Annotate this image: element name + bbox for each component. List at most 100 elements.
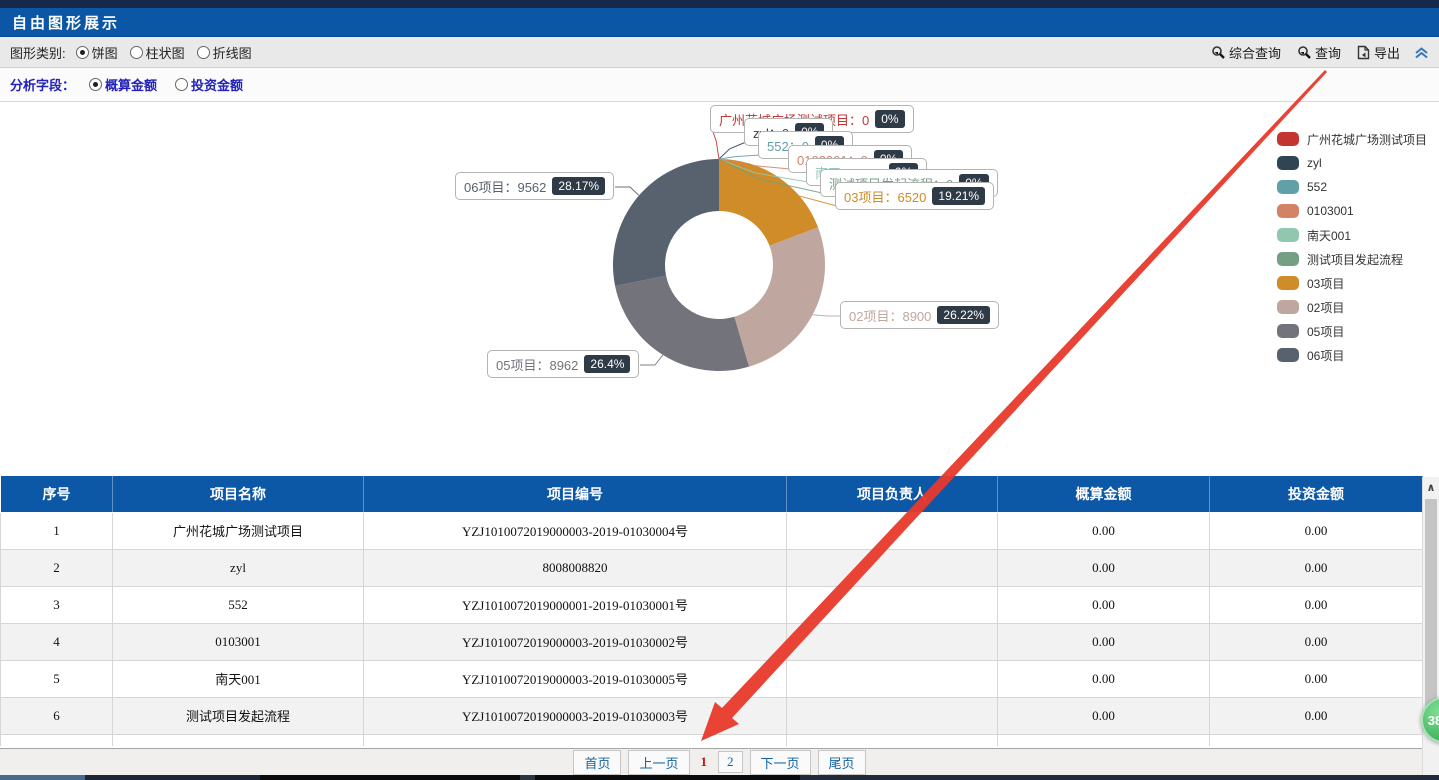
project-table: 序号项目名称项目编号项目负责人概算金额投资金额 1广州花城广场测试项目YZJ10… bbox=[0, 476, 1423, 746]
collapse-panel-button[interactable] bbox=[1414, 45, 1429, 60]
analysis-field-option-label: 概算金额 bbox=[105, 75, 157, 94]
pager-prev-button[interactable]: 上一页 bbox=[628, 750, 689, 775]
table-row-5[interactable]: 5南天001YZJ1010072019000003-2019-01030005号… bbox=[1, 660, 1423, 697]
pager-page-2[interactable]: 2 bbox=[718, 751, 743, 773]
table-cell: YZJ1010072019000003-2019-01030004号 bbox=[364, 512, 787, 549]
pie-label-line bbox=[615, 187, 639, 195]
legend-swatch bbox=[1277, 204, 1299, 218]
scrollbar-up-arrow[interactable]: ∧ bbox=[1423, 477, 1439, 497]
legend-label: 552 bbox=[1307, 180, 1327, 194]
pager-page-1[interactable]: 1 bbox=[697, 752, 712, 772]
pie-slice-02项目[interactable] bbox=[734, 227, 825, 366]
table-row-1[interactable]: 1广州花城广场测试项目YZJ1010072019000003-2019-0103… bbox=[1, 512, 1423, 549]
toolbar: 图形类别: 饼图柱状图折线图 综合查询查询 导出 bbox=[0, 37, 1439, 68]
pie-slice-06项目[interactable] bbox=[613, 159, 719, 286]
analysis-field-option-1[interactable]: 投资金额 bbox=[175, 75, 243, 94]
double-chevron-up-icon bbox=[1414, 45, 1429, 60]
legend-label: zyl bbox=[1307, 156, 1322, 170]
radio-icon bbox=[175, 78, 188, 91]
notification-badge-count: 38 bbox=[1428, 713, 1439, 728]
toolbar-action-2[interactable]: 导出 bbox=[1357, 43, 1400, 62]
table-cell bbox=[787, 697, 998, 734]
table-cell bbox=[787, 512, 998, 549]
table-cell: YZJ1010072019000003-2019-01030005号 bbox=[364, 660, 787, 697]
table-cell: 广州花城广场测试项目 bbox=[113, 512, 364, 549]
table-header-3: 项目负责人 bbox=[787, 476, 998, 512]
chart-type-radio-group: 饼图柱状图折线图 bbox=[76, 43, 252, 62]
table-row-3[interactable]: 3552YZJ1010072019000001-2019-01030001号0.… bbox=[1, 586, 1423, 623]
scrollbar-thumb[interactable] bbox=[1425, 499, 1437, 709]
legend-swatch bbox=[1277, 348, 1299, 362]
table-header-5: 投资金额 bbox=[1210, 476, 1423, 512]
table-header-4: 概算金额 bbox=[998, 476, 1210, 512]
pie-label-line bbox=[640, 355, 663, 365]
table-cell bbox=[787, 660, 998, 697]
search-icon bbox=[1211, 45, 1225, 59]
legend-item-8[interactable]: 05项目 bbox=[1277, 319, 1427, 343]
analysis-field-option-0[interactable]: 概算金额 bbox=[89, 75, 157, 94]
pie-label-7: 06项目：956228.17% bbox=[455, 172, 614, 200]
legend-item-6[interactable]: 03项目 bbox=[1277, 271, 1427, 295]
chart-type-label: 图形类别: bbox=[10, 43, 66, 62]
table-cell bbox=[113, 734, 364, 746]
pie-label-6: 03项目：652019.21% bbox=[835, 182, 994, 210]
chart-type-option-2[interactable]: 折线图 bbox=[197, 43, 252, 62]
legend-item-1[interactable]: zyl bbox=[1277, 151, 1427, 175]
legend-item-7[interactable]: 02项目 bbox=[1277, 295, 1427, 319]
toolbar-action-1[interactable]: 查询 bbox=[1297, 43, 1341, 62]
table-cell: 6 bbox=[1, 697, 113, 734]
table-cell: YZJ1010072019000001-2019-01030001号 bbox=[364, 586, 787, 623]
analysis-field-label: 分析字段： bbox=[10, 75, 75, 94]
window-top-edge bbox=[0, 0, 1439, 8]
legend-item-3[interactable]: 0103001 bbox=[1277, 199, 1427, 223]
legend-item-4[interactable]: 南天001 bbox=[1277, 223, 1427, 247]
legend-item-2[interactable]: 552 bbox=[1277, 175, 1427, 199]
chart-legend: 广州花城广场测试项目 zyl 552 0103001 南天001 测试项目发起流程 03项目… bbox=[1277, 127, 1427, 367]
toolbar-action-0[interactable]: 综合查询 bbox=[1211, 43, 1281, 62]
table-cell: 0.00 bbox=[1210, 586, 1423, 623]
table-cell: 0.00 bbox=[1210, 660, 1423, 697]
legend-label: 测试项目发起流程 bbox=[1307, 251, 1403, 268]
pie-label-percent: 26.4% bbox=[584, 355, 630, 373]
pager-next-button[interactable]: 下一页 bbox=[750, 750, 811, 775]
table-cell: 552 bbox=[113, 586, 364, 623]
pagination-bar: 首页上一页 12 下一页尾页 bbox=[0, 748, 1439, 775]
pager-last-button[interactable]: 尾页 bbox=[818, 750, 866, 775]
table-cell: 0.00 bbox=[998, 586, 1210, 623]
export-icon bbox=[1357, 45, 1370, 60]
table-cell: YZJ1010072019000003-2019-01030003号 bbox=[364, 697, 787, 734]
chart-type-option-1[interactable]: 柱状图 bbox=[130, 43, 185, 62]
project-table-wrap: 序号项目名称项目编号项目负责人概算金额投资金额 1广州花城广场测试项目YZJ10… bbox=[0, 476, 1439, 747]
table-cell bbox=[1, 734, 113, 746]
pager-first-button[interactable]: 首页 bbox=[573, 750, 621, 775]
pie-label-text: 05项目：8962 bbox=[496, 355, 578, 374]
table-cell: 0.00 bbox=[1210, 623, 1423, 660]
table-cell: 1 bbox=[1, 512, 113, 549]
table-cell: 2 bbox=[1, 549, 113, 586]
radio-icon bbox=[76, 46, 89, 59]
legend-swatch bbox=[1277, 300, 1299, 314]
legend-label: 02项目 bbox=[1307, 299, 1344, 316]
legend-item-0[interactable]: 广州花城广场测试项目 bbox=[1277, 127, 1427, 151]
toolbar-action-label: 导出 bbox=[1374, 43, 1400, 62]
table-row-6[interactable]: 6测试项目发起流程YZJ1010072019000003-2019-010300… bbox=[1, 697, 1423, 734]
legend-swatch bbox=[1277, 324, 1299, 338]
donut-chart[interactable] bbox=[0, 102, 1439, 476]
chart-type-option-0[interactable]: 饼图 bbox=[76, 43, 118, 62]
table-cell bbox=[364, 734, 787, 746]
pie-label-line bbox=[719, 155, 760, 159]
table-header-0: 序号 bbox=[1, 476, 113, 512]
legend-item-5[interactable]: 测试项目发起流程 bbox=[1277, 247, 1427, 271]
legend-label: 南天001 bbox=[1307, 227, 1351, 244]
table-row-partial bbox=[1, 734, 1423, 746]
table-cell bbox=[787, 623, 998, 660]
table-cell: 0.00 bbox=[998, 697, 1210, 734]
legend-item-9[interactable]: 06项目 bbox=[1277, 343, 1427, 367]
radio-icon bbox=[130, 46, 143, 59]
table-cell: 0.00 bbox=[998, 512, 1210, 549]
table-row-2[interactable]: 2zyl80080088200.000.00 bbox=[1, 549, 1423, 586]
table-cell bbox=[787, 734, 998, 746]
table-header-row: 序号项目名称项目编号项目负责人概算金额投资金额 bbox=[1, 476, 1423, 512]
table-row-4[interactable]: 40103001YZJ1010072019000003-2019-0103000… bbox=[1, 623, 1423, 660]
table-cell bbox=[998, 734, 1210, 746]
